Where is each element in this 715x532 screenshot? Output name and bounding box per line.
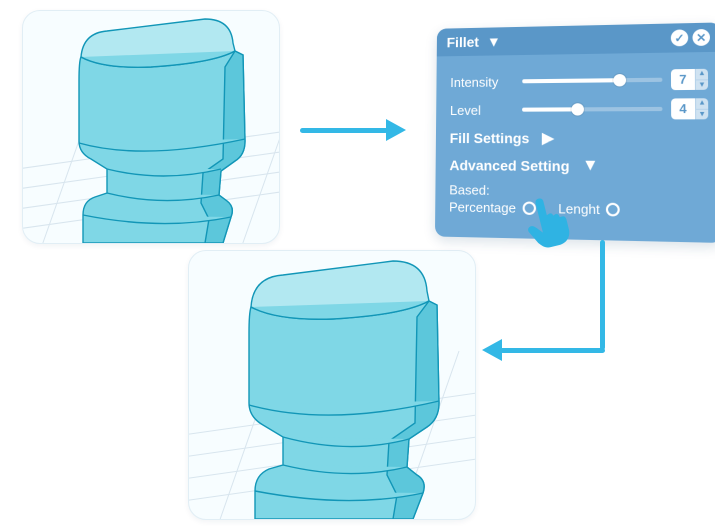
model-after <box>249 261 439 519</box>
panel-title: Fillet <box>447 34 479 51</box>
radio-icon <box>606 203 620 217</box>
viewport-after-card <box>188 250 476 520</box>
caret-down-icon: ▼ <box>582 157 599 176</box>
viewport-after <box>189 251 475 519</box>
level-value[interactable]: 4 ▲▼ <box>671 98 708 119</box>
level-label: Level <box>450 102 514 117</box>
viewport-before <box>23 11 279 243</box>
level-slider[interactable] <box>522 107 662 112</box>
fill-settings-group[interactable]: Fill Settings ▶ <box>450 128 709 149</box>
advanced-group[interactable]: Advanced Setting ▼ <box>449 156 708 176</box>
fillet-panel: Fillet ▼ ✓ ✕ Intensity 7 ▲▼ Level <box>435 22 715 243</box>
spinner-up-icon[interactable]: ▲ <box>695 98 708 109</box>
level-row: Level 4 ▲▼ <box>450 98 708 120</box>
caret-down-icon: ▼ <box>487 33 501 49</box>
spinner-up-icon[interactable]: ▲ <box>695 69 708 80</box>
intensity-value[interactable]: 7 ▲▼ <box>671 69 708 90</box>
caret-right-icon: ▶ <box>542 128 555 148</box>
intensity-label: Intensity <box>450 74 514 90</box>
spinner-down-icon[interactable]: ▼ <box>695 80 708 90</box>
cancel-icon[interactable]: ✕ <box>692 29 710 46</box>
diagram-stage: Fillet ▼ ✓ ✕ Intensity 7 ▲▼ Level <box>0 0 715 532</box>
viewport-before-card <box>22 10 280 244</box>
spinner-down-icon[interactable]: ▼ <box>695 109 708 119</box>
intensity-slider[interactable] <box>522 78 662 84</box>
intensity-row: Intensity 7 ▲▼ <box>450 69 708 92</box>
based-label: Based: <box>449 182 513 198</box>
confirm-icon[interactable]: ✓ <box>671 29 688 46</box>
model-before <box>79 19 245 243</box>
panel-header[interactable]: Fillet ▼ ✓ ✕ <box>437 22 715 56</box>
